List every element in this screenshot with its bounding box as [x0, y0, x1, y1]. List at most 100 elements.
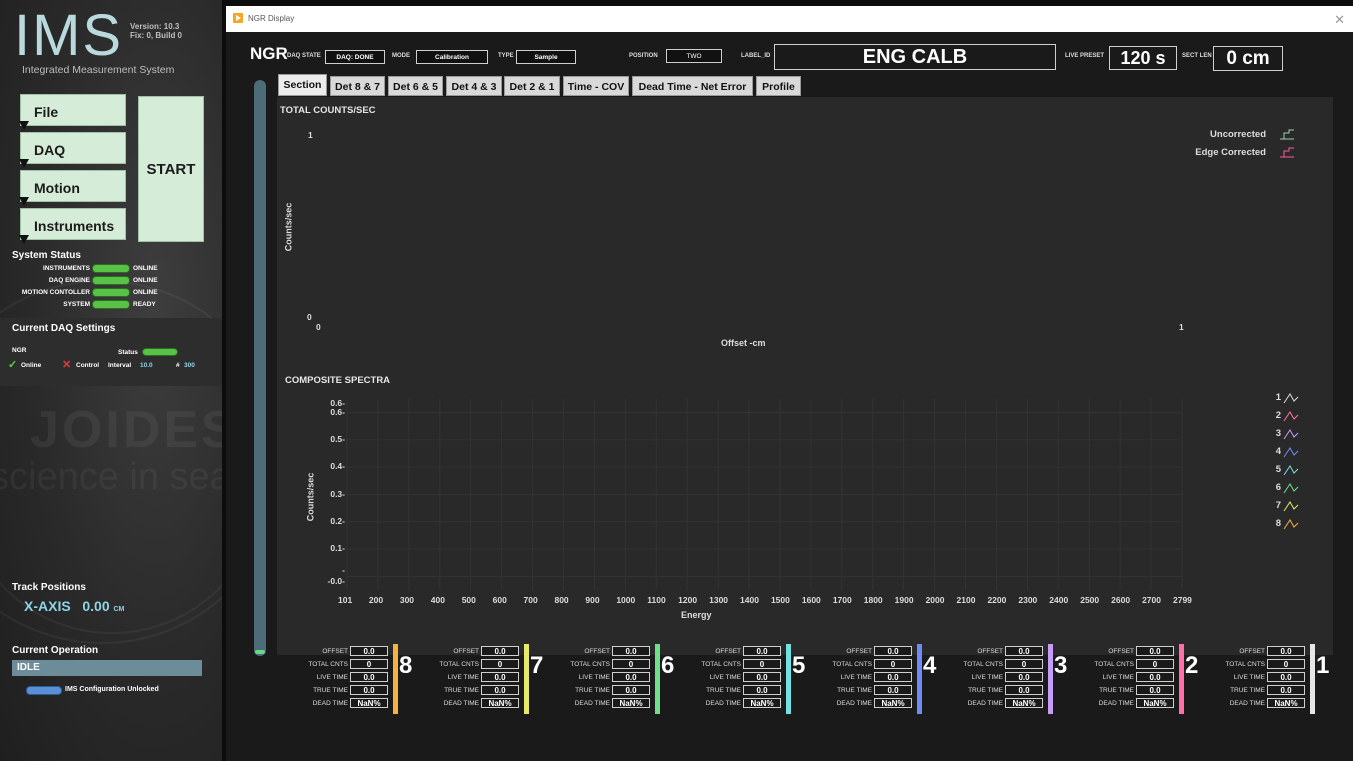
dropdown-triangle-icon — [19, 159, 29, 168]
detector-live-value: 0.0 — [1136, 672, 1174, 682]
detector-true-label: TRUE TIME — [1099, 687, 1134, 694]
spectra-legend-label: 1 — [1275, 392, 1281, 403]
app-subtitle: Integrated Measurement System — [22, 64, 175, 76]
detector-row-dead: DEAD TIME NaN% — [1064, 698, 1182, 709]
ims-sidebar: IMS Version: 10.3 Fix: 0, Build 0 Integr… — [0, 0, 222, 761]
legend-edge-corrected: Edge Corrected — [1195, 147, 1266, 158]
series-6-plot-icon[interactable] — [1283, 482, 1299, 494]
spectra-x-tick: 2100 — [956, 595, 976, 605]
detector-row-offset: OFFSET 0.0 — [802, 646, 920, 657]
x-axis-unit: CM — [113, 606, 125, 613]
detector-offset-value: 0.0 — [1136, 646, 1174, 656]
config-lock-indicator[interactable] — [26, 686, 62, 695]
detector-total-label: TOTAL CNTS — [439, 661, 479, 668]
series-7-plot-icon[interactable] — [1283, 500, 1299, 512]
detector-live-value: 0.0 — [1267, 672, 1305, 682]
counts-x-tick-right: 1 — [1179, 322, 1184, 332]
detector-live-label: LIVE TIME — [971, 674, 1003, 681]
counts-x-axis-label: Offset -cm — [721, 338, 766, 348]
detector-1-readout: OFFSET 0.0 TOTAL CNTS 0 LIVE TIME 0.0 TRUE TIM… — [1195, 644, 1329, 734]
spectra-legend-label: 5 — [1275, 464, 1281, 475]
detector-row-total: TOTAL CNTS 0 — [540, 659, 658, 670]
detector-row-true: TRUE TIME 0.0 — [671, 685, 789, 696]
tab-time-cov[interactable]: Time - COV — [563, 76, 629, 96]
uncorrected-plot-icon[interactable] — [1279, 129, 1297, 141]
spectra-x-tick: 900 — [585, 595, 600, 605]
spectra-y-axis-label: Counts/sec — [305, 472, 316, 522]
file-menu-button[interactable]: File — [19, 94, 126, 130]
tab-dead-time-net-error[interactable]: Dead Time - Net Error — [632, 76, 753, 96]
detector-total-value: 0 — [1005, 659, 1043, 669]
spectra-x-tick: 1200 — [678, 595, 698, 605]
daq-status-led-indicator — [142, 348, 178, 356]
tab-det-6-5[interactable]: Det 6 & 5 — [388, 76, 443, 96]
tab-det-8-7[interactable]: Det 8 & 7 — [330, 76, 385, 96]
detector-row-true: TRUE TIME 0.0 — [1195, 685, 1313, 696]
instruments-menu-button[interactable]: Instruments — [19, 208, 126, 244]
tab-section[interactable]: Section — [278, 74, 327, 96]
detector-dead-value: NaN% — [743, 698, 781, 708]
detector-offset-value: 0.0 — [481, 646, 519, 656]
progress-bar — [254, 80, 266, 656]
spectra-legend-label: 2 — [1275, 410, 1281, 421]
series-4-plot-icon[interactable] — [1283, 446, 1299, 458]
series-2-plot-icon[interactable] — [1283, 410, 1299, 422]
detector-true-value: 0.0 — [743, 685, 781, 695]
daq-settings-panel: Current DAQ Settings NGR Status ✓ Online… — [0, 318, 222, 386]
detector-live-label: LIVE TIME — [447, 674, 479, 681]
detector-8-readout: OFFSET 0.0 TOTAL CNTS 0 LIVE TIME 0.0 TRUE TIM… — [278, 644, 412, 734]
detector-offset-value: 0.0 — [1267, 646, 1305, 656]
current-operation-value: IDLE — [12, 660, 202, 676]
detector-row-true: TRUE TIME 0.0 — [933, 685, 1051, 696]
instruments-menu-label: Instruments — [34, 218, 115, 234]
detector-offset-value: 0.0 — [1005, 646, 1043, 656]
detector-offset-label: OFFSET — [1108, 648, 1134, 655]
track-positions-title: Track Positions — [12, 582, 86, 593]
series-3-plot-icon[interactable] — [1283, 428, 1299, 440]
spectra-x-tick: 300 — [399, 595, 415, 605]
tab-det-2-1[interactable]: Det 2 & 1 — [504, 76, 560, 96]
tab-det-4-3[interactable]: Det 4 & 3 — [446, 76, 502, 96]
spectra-legend-label: 8 — [1275, 518, 1281, 529]
close-icon[interactable]: ✕ — [1334, 12, 1345, 28]
daq-menu-button[interactable]: DAQ — [19, 132, 126, 168]
spectra-x-tick: 2000 — [925, 595, 945, 605]
detector-row-total: TOTAL CNTS 0 — [933, 659, 1051, 670]
interval-label: Interval — [108, 362, 132, 369]
detector-7-readout: OFFSET 0.0 TOTAL CNTS 0 LIVE TIME 0.0 TRUE TIM… — [409, 644, 543, 734]
start-button[interactable]: START — [138, 96, 204, 242]
detector-number: 1 — [1316, 652, 1330, 679]
detector-row-total: TOTAL CNTS 0 — [1195, 659, 1313, 670]
detector-total-value: 0 — [1136, 659, 1174, 669]
detector-true-label: TRUE TIME — [1230, 687, 1265, 694]
label-id-field: ENG CALB — [774, 44, 1056, 70]
count-value: 300 — [184, 362, 195, 369]
spectra-x-tick: 400 — [430, 595, 445, 605]
detector-row-offset: OFFSET 0.0 — [540, 646, 658, 657]
spectra-x-tick: 1300 — [709, 595, 729, 605]
detector-row-live: LIVE TIME 0.0 — [278, 672, 396, 683]
detector-dead-value: NaN% — [1005, 698, 1043, 708]
detector-color-stripe — [655, 644, 660, 714]
series-8-plot-icon[interactable] — [1283, 518, 1299, 530]
detector-row-dead: DEAD TIME NaN% — [1195, 698, 1313, 709]
status-value: ONLINE — [133, 289, 158, 296]
spectra-y-tick: 0.2- — [330, 515, 345, 526]
dropdown-triangle-icon — [19, 121, 29, 130]
detector-dead-label: DEAD TIME — [1229, 700, 1265, 707]
detector-color-stripe — [1179, 644, 1184, 714]
detector-row-true: TRUE TIME 0.0 — [1064, 685, 1182, 696]
series-1-plot-icon[interactable] — [1283, 392, 1299, 404]
spectra-x-tick: 200 — [368, 595, 384, 605]
instrument-title: NGR — [250, 44, 288, 63]
detector-total-value: 0 — [612, 659, 650, 669]
detector-dead-value: NaN% — [1136, 698, 1174, 708]
spectra-x-tick: 2200 — [987, 595, 1007, 605]
edge-corrected-plot-icon[interactable] — [1279, 147, 1297, 159]
spectra-x-tick: 101 — [338, 595, 353, 605]
motion-menu-button[interactable]: Motion — [19, 170, 126, 206]
tab-profile[interactable]: Profile — [756, 76, 801, 96]
spectra-legend-label: 3 — [1275, 428, 1281, 439]
series-5-plot-icon[interactable] — [1283, 464, 1299, 476]
detector-offset-value: 0.0 — [743, 646, 781, 656]
